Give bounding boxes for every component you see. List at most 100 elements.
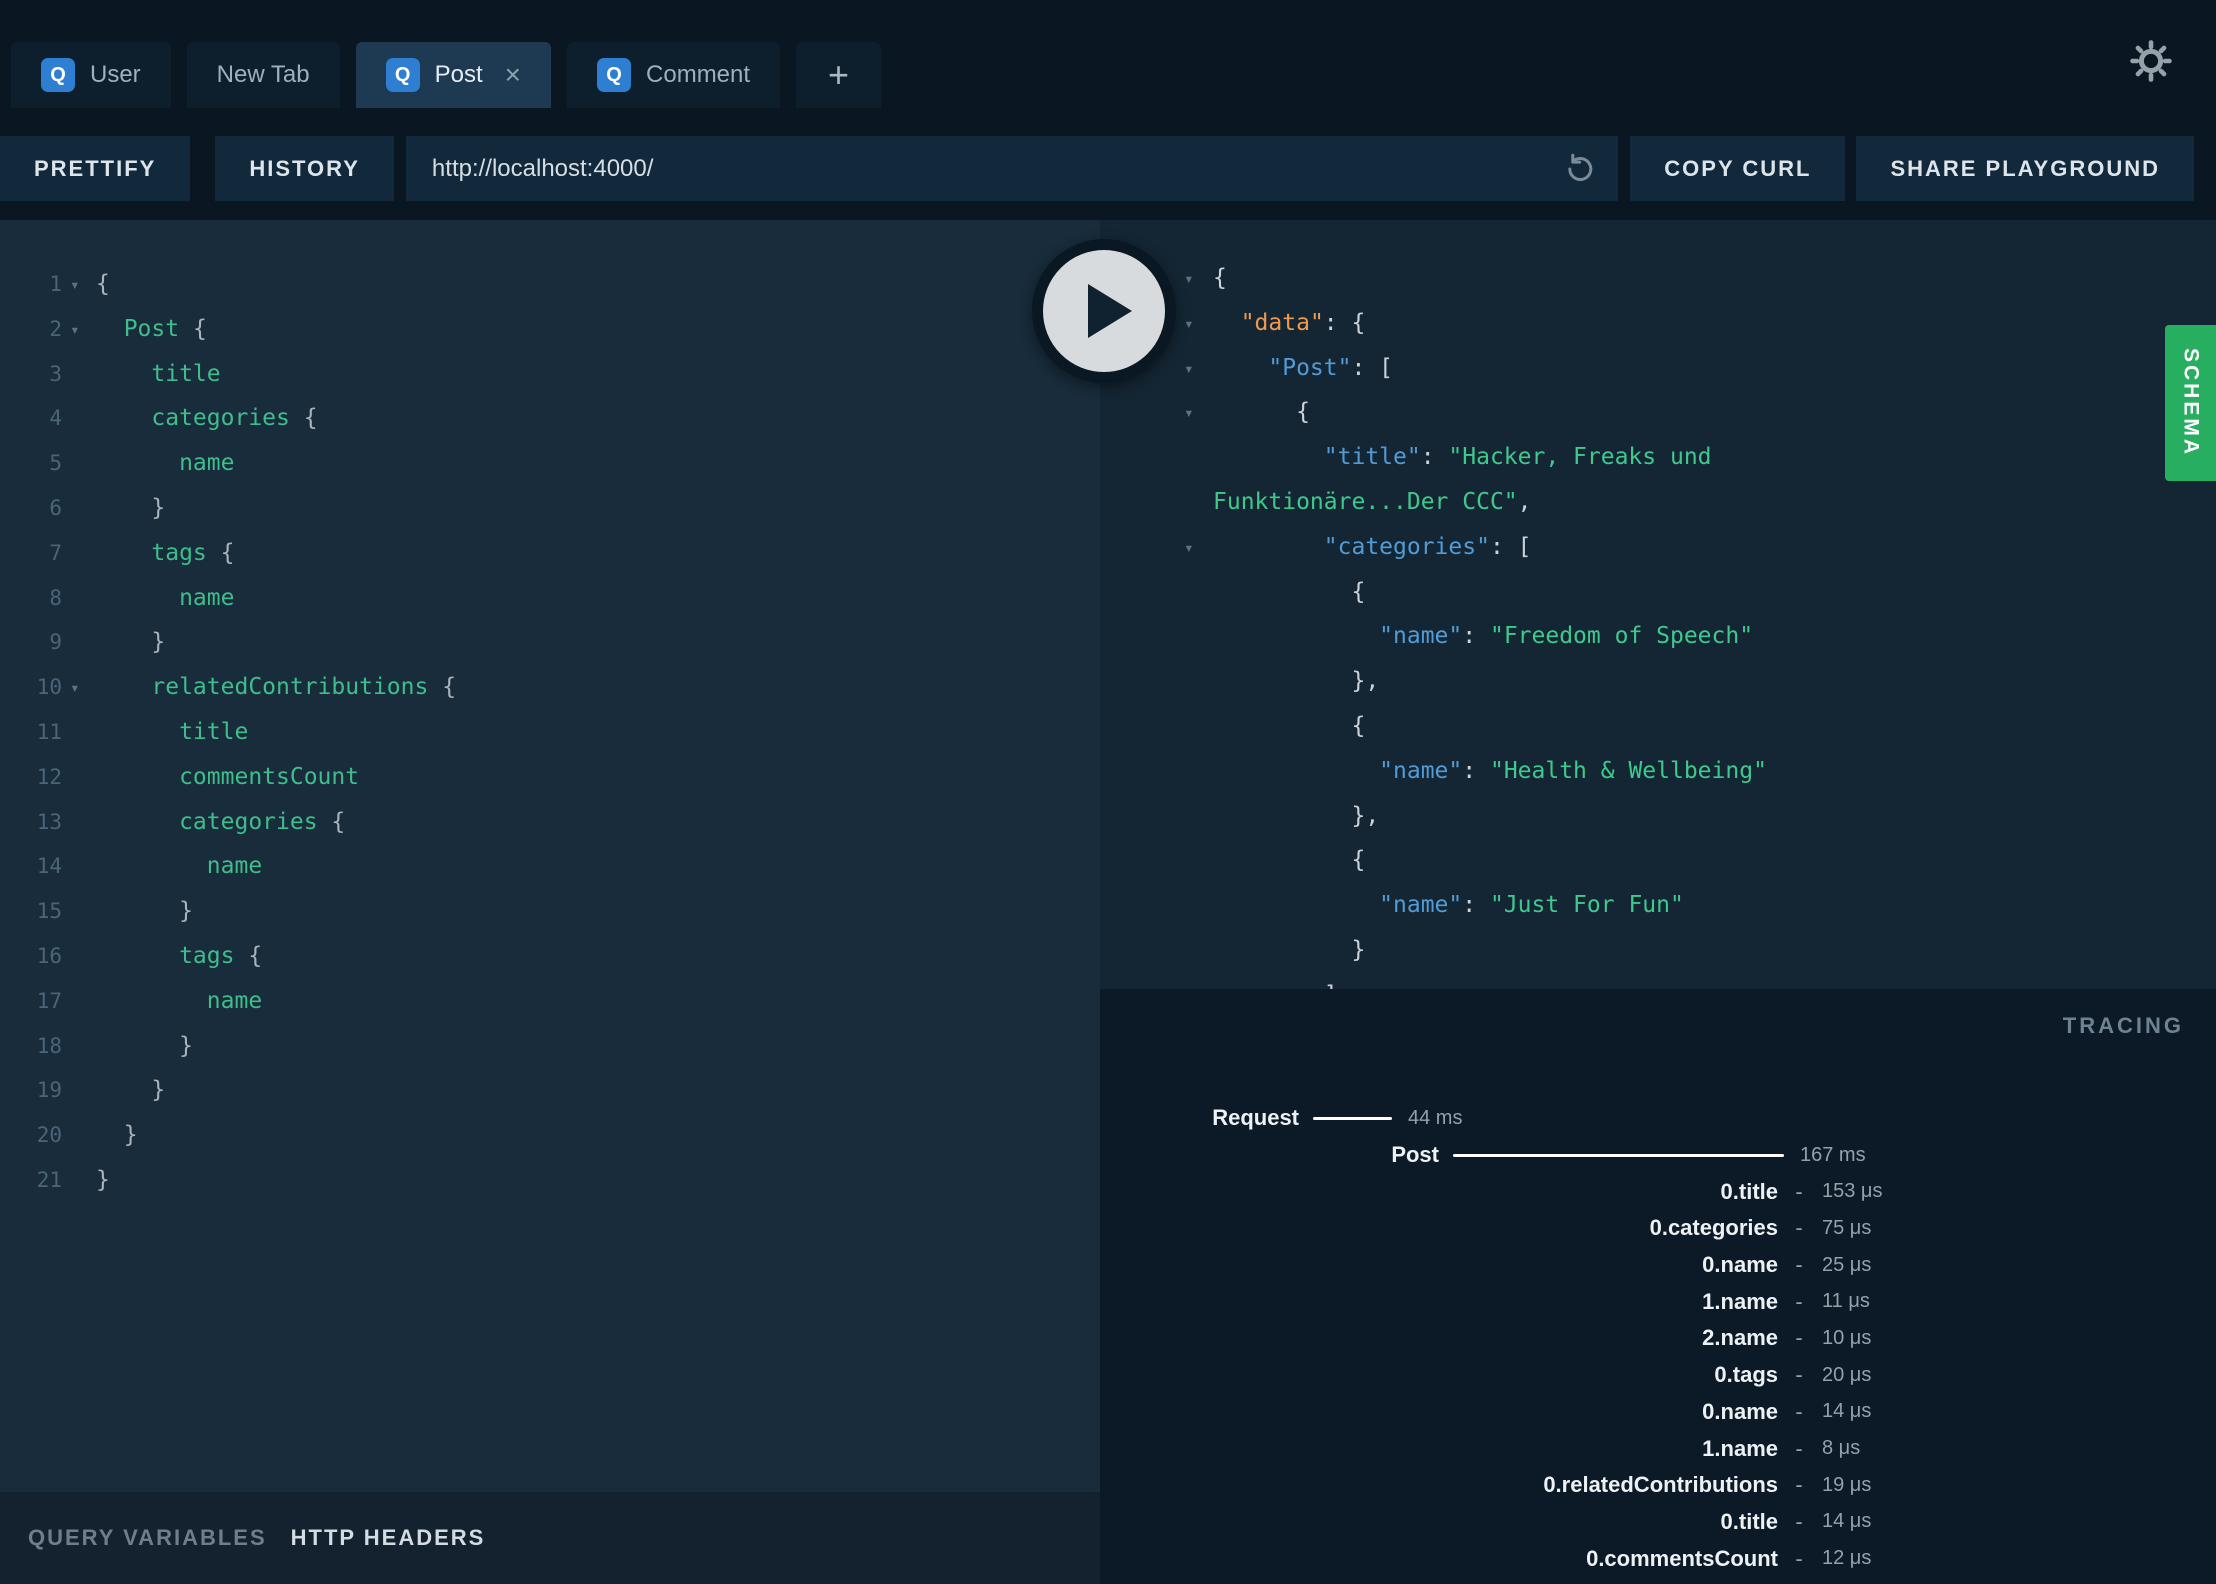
add-tab-button[interactable]: +	[796, 42, 882, 108]
settings-gear-icon[interactable]	[2128, 38, 2174, 84]
fold-arrow-icon[interactable]: ▾	[1184, 302, 1194, 347]
fold-arrow-icon[interactable]: ▾	[1184, 257, 1194, 302]
line-number: 17	[36, 988, 62, 1013]
schema-side-tab[interactable]: SCHEMA	[2165, 325, 2216, 481]
fold-arrow-icon[interactable]: ▾	[70, 666, 80, 711]
code-token: name	[96, 450, 235, 477]
response-line: {	[1100, 704, 2216, 749]
fold-arrow-icon[interactable]: ▾	[1184, 347, 1194, 392]
line-number: 2	[49, 316, 62, 341]
trace-time: 153 μs	[1822, 1180, 1883, 1203]
code-token: "data"	[1240, 309, 1324, 336]
trace-time: 10 μs	[1822, 1326, 1872, 1349]
response-line: "name": "Health & Wellbeing"	[1100, 749, 2216, 794]
trace-row: 0.title -14 μs	[1100, 1504, 2216, 1541]
code-text: name	[96, 988, 262, 1014]
endpoint-url-input[interactable]	[405, 136, 1619, 201]
trace-label: 1.name	[1702, 1288, 1778, 1314]
line-number: 5	[49, 451, 62, 476]
code-text: "name": "Health & Wellbeing"	[1213, 758, 1767, 784]
trace-row: 0.commentsCount -12 μs	[1100, 1540, 2216, 1577]
editor-line: 12 commentsCount	[0, 755, 1100, 800]
query-variables-tab[interactable]: QUERY VARIABLES	[28, 1525, 267, 1551]
code-token: "Hacker, Freaks und	[1448, 444, 1712, 471]
trace-row: 0.tags -20 μs	[1100, 1357, 2216, 1394]
code-token: "title"	[1323, 444, 1421, 471]
code-text: },	[1213, 668, 1379, 694]
trace-label: 0.name	[1702, 1398, 1778, 1424]
response-line: "title": "Hacker, Freaks und	[1100, 435, 2216, 480]
code-text: title	[96, 719, 248, 745]
response-line: ▾ "Post": [	[1100, 346, 2216, 391]
trace-time: 75 μs	[1822, 1216, 1872, 1239]
code-token: name	[96, 853, 263, 880]
code-text: name	[96, 450, 234, 476]
http-headers-tab[interactable]: HTTP HEADERS	[291, 1525, 486, 1551]
code-token: title	[96, 718, 249, 745]
query-editor-panel[interactable]: 1 ▾{2 ▾ Post {3 title 4 categories {5 name 6…	[0, 220, 1100, 1584]
trace-row: Request 44 ms	[1100, 1100, 2216, 1137]
code-token: "Health & Wellbeing"	[1489, 757, 1767, 784]
code-token: },	[1213, 802, 1380, 829]
tab-label: New Tab	[216, 61, 310, 88]
tab-new-tab[interactable]: New Tab	[186, 42, 340, 108]
trace-dash: -	[1795, 1215, 1803, 1241]
code-text: }	[96, 1077, 165, 1103]
code-text: }	[96, 1122, 138, 1148]
trace-label: 0.name	[1702, 1252, 1778, 1278]
trace-label: 0.commentsCount	[1586, 1545, 1778, 1571]
query-type-badge: Q	[597, 58, 632, 92]
code-text: categories {	[96, 809, 345, 835]
code-text: {	[1213, 847, 1365, 873]
tab-comment[interactable]: Q Comment	[567, 42, 781, 108]
response-line: ▾ "categories": [	[1100, 525, 2216, 570]
code-text: }	[96, 495, 165, 521]
code-token: name	[96, 987, 263, 1014]
editor-line: 17 name	[0, 979, 1100, 1024]
tab-label: Post	[434, 61, 483, 88]
line-number: 13	[36, 809, 62, 834]
response-panel: ▾{▾ "data": {▾ "Post": [▾ { "title": "Ha…	[1100, 220, 2216, 989]
response-line: Funktionäre...Der CCC",	[1100, 480, 2216, 525]
copy-curl-button[interactable]: COPY CURL	[1630, 136, 1846, 201]
prettify-button[interactable]: PRETTIFY	[0, 136, 191, 201]
toolbar: PRETTIFY HISTORY COPY CURL SHARE PLAYGRO…	[0, 136, 2216, 201]
fold-arrow-icon[interactable]: ▾	[1184, 391, 1194, 436]
trace-time: 44 ms	[1408, 1106, 1463, 1129]
code-text: }	[96, 629, 165, 655]
editor-line: 8 name	[0, 576, 1100, 621]
query-type-badge: Q	[41, 58, 75, 92]
share-playground-button[interactable]: SHARE PLAYGROUND	[1856, 136, 2194, 201]
line-number: 12	[36, 764, 62, 789]
tab-user[interactable]: Q User	[11, 42, 171, 108]
response-line: {	[1100, 838, 2216, 883]
execute-query-button[interactable]	[1032, 239, 1176, 383]
tab-label: Comment	[646, 61, 751, 88]
trace-time: 8 μs	[1822, 1437, 1861, 1460]
tab-close-icon[interactable]: ×	[505, 61, 521, 89]
code-text: {	[1213, 713, 1365, 739]
fold-arrow-icon[interactable]: ▾	[70, 263, 80, 308]
editor-line: 16 tags {	[0, 934, 1100, 979]
code-token: {	[96, 271, 110, 297]
reload-schema-icon[interactable]	[1562, 151, 1598, 187]
fold-arrow-icon[interactable]: ▾	[1184, 526, 1194, 571]
code-token: }	[179, 898, 193, 925]
tab-post[interactable]: Q Post ×	[355, 42, 552, 108]
editor-footer: QUERY VARIABLES HTTP HEADERS	[0, 1492, 1100, 1584]
code-token: name	[96, 584, 235, 611]
fold-arrow-icon[interactable]: ▾	[70, 308, 80, 353]
editor-line: 15 }	[0, 889, 1100, 934]
editor-line: 9 }	[0, 620, 1100, 665]
line-number: 4	[49, 406, 62, 431]
history-button[interactable]: HISTORY	[215, 136, 394, 201]
editor-line: 2 ▾ Post {	[0, 307, 1100, 352]
code-text: name	[96, 585, 234, 611]
code-token: commentsCount	[96, 763, 360, 790]
